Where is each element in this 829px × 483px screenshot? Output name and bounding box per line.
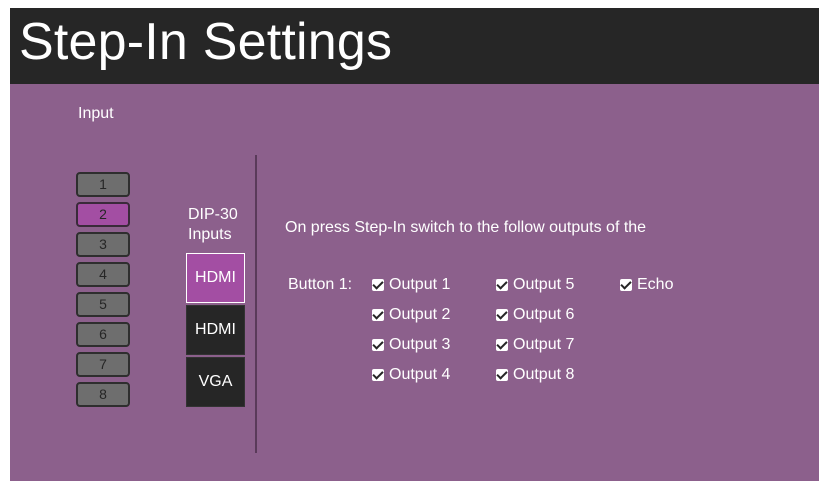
settings-panel: Step-In Settings Input 1 2 3 4 5 6 7 8 D…	[10, 8, 819, 481]
dip-input-hdmi-2[interactable]: HDMI	[186, 305, 245, 355]
output-3-checkbox[interactable]: Output 3	[372, 336, 450, 354]
input-button-3[interactable]: 3	[76, 232, 130, 257]
output-8-checkbox[interactable]: Output 8	[496, 366, 574, 384]
echo-checkbox[interactable]: Echo	[620, 276, 673, 294]
output-4-checkbox[interactable]: Output 4	[372, 366, 450, 384]
title-bar: Step-In Settings	[10, 8, 819, 84]
output-1-label: Output 1	[389, 276, 451, 293]
checkbox-check-icon	[372, 279, 384, 291]
checkbox-check-icon	[496, 339, 508, 351]
dip-input-hdmi-1[interactable]: HDMI	[186, 253, 245, 303]
output-4-label: Output 4	[389, 366, 451, 383]
input-selector: 1 2 3 4 5 6 7 8	[76, 172, 130, 412]
input-button-4[interactable]: 4	[76, 262, 130, 287]
checkbox-check-icon	[496, 309, 508, 321]
input-button-2[interactable]: 2	[76, 202, 130, 227]
input-label: Input	[78, 105, 114, 122]
button-1-label: Button 1:	[288, 276, 353, 293]
checkbox-check-icon	[372, 369, 384, 381]
checkbox-check-icon	[496, 369, 508, 381]
input-button-1[interactable]: 1	[76, 172, 130, 197]
checkbox-check-icon	[372, 309, 384, 321]
dip-inputs-label: DIP-30 Inputs	[188, 206, 238, 243]
input-button-6[interactable]: 6	[76, 322, 130, 347]
dip-input-vga[interactable]: VGA	[186, 357, 245, 407]
checkbox-check-icon	[620, 279, 632, 291]
echo-label: Echo	[637, 276, 674, 293]
output-6-checkbox[interactable]: Output 6	[496, 306, 574, 324]
checkbox-check-icon	[372, 339, 384, 351]
output-2-label: Output 2	[389, 306, 451, 323]
input-button-8[interactable]: 8	[76, 382, 130, 407]
output-7-label: Output 7	[513, 336, 575, 353]
checkbox-check-icon	[496, 279, 508, 291]
output-3-label: Output 3	[389, 336, 451, 353]
output-2-checkbox[interactable]: Output 2	[372, 306, 450, 324]
output-8-label: Output 8	[513, 366, 575, 383]
input-button-7[interactable]: 7	[76, 352, 130, 377]
output-7-checkbox[interactable]: Output 7	[496, 336, 574, 354]
dip-input-selector: HDMI HDMI VGA	[186, 253, 245, 409]
input-button-5[interactable]: 5	[76, 292, 130, 317]
step-in-description: On press Step-In switch to the follow ou…	[285, 219, 647, 236]
vertical-divider	[255, 155, 257, 453]
output-5-label: Output 5	[513, 276, 575, 293]
output-6-label: Output 6	[513, 306, 575, 323]
output-5-checkbox[interactable]: Output 5	[496, 276, 574, 294]
output-1-checkbox[interactable]: Output 1	[372, 276, 450, 294]
page-title: Step-In Settings	[19, 13, 393, 71]
